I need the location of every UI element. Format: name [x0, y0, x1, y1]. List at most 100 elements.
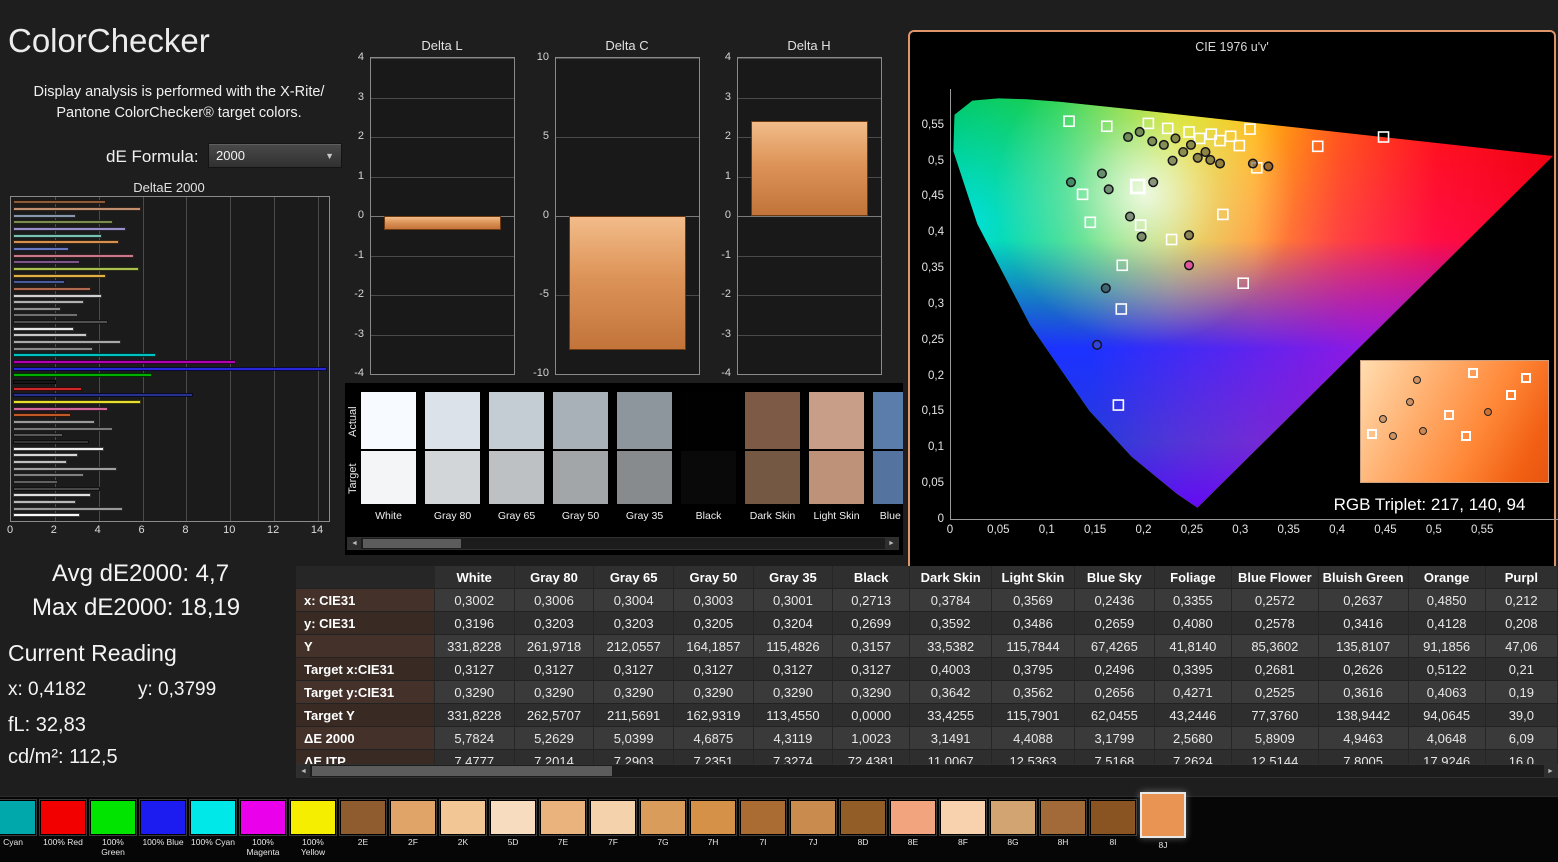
table-cell: 0,3002	[434, 589, 514, 612]
patch-button[interactable]: 100% Cyan	[190, 800, 236, 859]
measurement-circle	[1093, 341, 1102, 350]
de-formula-select[interactable]: 2000 ▼	[208, 143, 342, 168]
patch-button[interactable]: 8D	[840, 800, 886, 859]
measurement-circle	[1137, 232, 1146, 241]
target-row-label: Target	[347, 452, 359, 505]
deltae-bar	[13, 313, 78, 317]
patch-button[interactable]: 5D	[490, 800, 536, 859]
actual-swatch	[489, 392, 544, 449]
scrollbar-thumb[interactable]	[312, 766, 612, 776]
patch-button[interactable]: 8F	[940, 800, 986, 859]
patch-color-swatch	[440, 800, 486, 835]
target-square	[1367, 429, 1377, 439]
table-cell: 0,2578	[1231, 612, 1318, 635]
delta-bar	[384, 216, 501, 230]
patch-color-swatch	[840, 800, 886, 835]
patch-button[interactable]: 7F	[590, 800, 636, 859]
patch-button[interactable]: 2F	[390, 800, 436, 859]
y-axis: 1050-5-10	[527, 57, 551, 373]
patch-color-swatch	[190, 800, 236, 835]
row-label: ΔE 2000	[296, 727, 434, 750]
axis-tick-label: 0,3	[1232, 524, 1248, 536]
axis-tick-label: 0,2	[928, 370, 944, 382]
patch-label: 8G	[990, 838, 1036, 848]
axis-tick-label: 0	[543, 209, 549, 221]
scroll-right-icon[interactable]: ►	[1544, 765, 1557, 777]
table-cell: 12,5144	[1231, 750, 1318, 765]
patch-button[interactable]: 8E	[890, 800, 936, 859]
patch-button[interactable]: 7J	[790, 800, 836, 859]
deltae-bar	[13, 493, 91, 497]
patch-color-swatch	[740, 800, 786, 835]
patch-button[interactable]: 7G	[640, 800, 686, 859]
patch-color-swatch	[590, 800, 636, 835]
swatch-scrollbar[interactable]: ◄ ►	[347, 537, 899, 550]
patch-color-swatch	[540, 800, 586, 835]
measurement-circle	[1101, 284, 1110, 293]
deltae-bar	[13, 287, 91, 291]
actual-swatch	[425, 392, 480, 449]
axis-tick-label: 1	[358, 170, 364, 182]
axis-tick-label: 0,35	[922, 262, 944, 274]
table-cell: 0,208	[1485, 612, 1557, 635]
table-cell: 0,3592	[910, 612, 992, 635]
patch-color-swatch	[890, 800, 936, 835]
deltae-chart	[10, 196, 330, 522]
target-swatch	[489, 451, 544, 504]
scroll-right-icon[interactable]: ►	[885, 538, 898, 549]
table-cell: 5,7824	[434, 727, 514, 750]
table-cell: 0,3157	[833, 635, 910, 658]
gridline	[556, 137, 699, 138]
patch-color-swatch	[490, 800, 536, 835]
patch-button[interactable]: 100% Blue	[140, 800, 186, 859]
actual-swatch	[681, 392, 736, 449]
patch-button[interactable]: 7H	[690, 800, 736, 859]
patch-label: 2K	[440, 838, 486, 848]
patch-button[interactable]: 8G	[990, 800, 1036, 859]
patch-button[interactable]: 100% Magenta	[240, 800, 286, 859]
axis-tick-label: 2	[51, 524, 57, 536]
table-cell: 164,1857	[674, 635, 754, 658]
table-cell: 0,4063	[1408, 681, 1485, 704]
header-row: WhiteGray 80Gray 65Gray 50Gray 35BlackDa…	[296, 566, 1558, 589]
table-cell: 0,3616	[1318, 681, 1408, 704]
page-title: ColorChecker	[8, 22, 210, 60]
patch-button[interactable]: 7E	[540, 800, 586, 859]
patch-color-swatch	[940, 800, 986, 835]
patch-button[interactable]: 100% Yellow	[290, 800, 336, 859]
table-cell: 0,3001	[753, 589, 832, 612]
patch-button[interactable]: 8H	[1040, 800, 1086, 859]
deltae-bar	[13, 294, 102, 298]
scrollbar-thumb[interactable]	[363, 539, 461, 548]
scroll-left-icon[interactable]: ◄	[297, 765, 310, 777]
table-scrollbar[interactable]: ◄ ►	[296, 764, 1558, 778]
table-row: x: CIE310,30020,30060,30040,30030,30010,…	[296, 589, 1558, 612]
deltae-bar	[13, 413, 71, 417]
delta-bar	[569, 216, 686, 350]
measurement-circle	[1185, 231, 1194, 240]
table-cell: 17,9246	[1408, 750, 1485, 765]
patch-button[interactable]: 2K	[440, 800, 486, 859]
gridline	[738, 335, 881, 336]
patch-button[interactable]: 100% Green	[90, 800, 136, 859]
table-row: y: CIE310,31960,32030,32030,32050,32040,…	[296, 612, 1558, 635]
table-head: WhiteGray 80Gray 65Gray 50Gray 35BlackDa…	[296, 566, 1558, 589]
patch-button[interactable]: Cyan	[0, 800, 36, 859]
patch-button[interactable]: 2E	[340, 800, 386, 859]
table-cell: 115,4826	[753, 635, 832, 658]
table-cell: 0,3355	[1154, 589, 1231, 612]
table-cell: 12,5363	[992, 750, 1075, 765]
table-cell: 3,1799	[1074, 727, 1154, 750]
patch-button[interactable]: 8I	[1090, 800, 1136, 859]
patch-button[interactable]: 8J	[1140, 792, 1186, 851]
axis-tick-label: 1	[725, 170, 731, 182]
patch-button[interactable]: 7I	[740, 800, 786, 859]
delta-bar	[751, 121, 868, 216]
description-line-1: Display analysis is performed with the X…	[14, 82, 344, 103]
scroll-left-icon[interactable]: ◄	[348, 538, 361, 549]
table-cell: 0,3127	[514, 658, 594, 681]
table-cell: 7,4777	[434, 750, 514, 765]
patch-button[interactable]: 100% Red	[40, 800, 86, 859]
measurement-circle	[1124, 133, 1133, 142]
table-cell: 0,21	[1485, 658, 1557, 681]
